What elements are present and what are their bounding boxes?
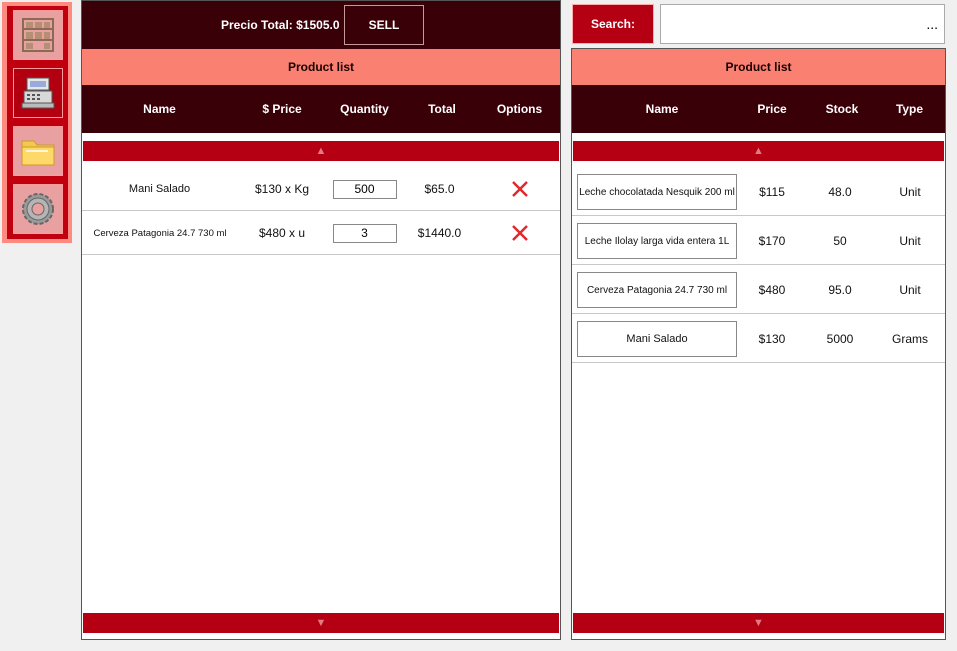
sidebar-item-sales[interactable]	[13, 68, 63, 118]
product-type: Unit	[899, 282, 921, 297]
column-price: $ Price	[262, 102, 302, 116]
product-name-button[interactable]: Leche chocolatada Nesquik 200 ml	[577, 174, 737, 210]
sidebar	[2, 2, 72, 243]
column-total: Total	[428, 102, 456, 116]
column-price: Price	[757, 102, 787, 116]
product-name-button[interactable]: Leche Ilolay larga vida entera 1L	[577, 223, 737, 259]
column-stock: Stock	[825, 102, 859, 116]
product-name-button[interactable]: Mani Salado	[577, 321, 737, 357]
cart-row-total: $65.0	[424, 182, 455, 196]
table-row: Mani Salado $130 x Kg $65.0	[82, 167, 560, 211]
cash-register-icon	[21, 77, 55, 109]
quantity-field[interactable]	[332, 223, 397, 243]
cart-header-bar: Precio Total: $1505.0 SELL	[82, 1, 560, 49]
gear-icon	[22, 193, 54, 225]
catalog-scroll-up[interactable]: ▲	[572, 139, 945, 163]
catalog-panel: Product list Name Price Stock Type ▲ Lec…	[571, 48, 946, 640]
list-item: Mani Salado $130 5000 Grams	[572, 314, 945, 363]
cart-title: Product list	[82, 49, 560, 85]
cart-panel: Precio Total: $1505.0 SELL Product list …	[81, 0, 561, 640]
column-name: Name	[143, 102, 176, 116]
chevron-up-icon: ▲	[573, 141, 944, 161]
sidebar-item-settings[interactable]	[13, 184, 63, 234]
product-price: $480	[758, 282, 786, 297]
delete-icon[interactable]	[511, 180, 529, 198]
product-stock: 48.0	[828, 184, 852, 199]
product-price: $170	[758, 233, 786, 248]
chevron-up-icon: ▲	[83, 141, 559, 161]
cart-scroll-up[interactable]: ▲	[82, 139, 560, 163]
chevron-down-icon: ▼	[573, 613, 944, 633]
catalog-scroll-down[interactable]: ▼	[572, 611, 945, 635]
sidebar-item-files[interactable]	[13, 126, 63, 176]
quantity-field[interactable]	[332, 179, 397, 199]
product-stock: 50	[833, 233, 847, 248]
sidebar-item-inventory[interactable]	[13, 10, 63, 60]
product-type: Unit	[899, 184, 921, 199]
shelves-icon	[22, 18, 54, 52]
column-name: Name	[645, 102, 679, 116]
catalog-column-header: Name Price Stock Type	[572, 85, 945, 133]
catalog-title: Product list	[572, 49, 945, 85]
cart-row-name: Cerveza Patagonia 24.7 730 ml	[93, 227, 227, 239]
table-row: Cerveza Patagonia 24.7 730 ml $480 x u $…	[82, 211, 560, 255]
cart-row-price: $130 x Kg	[254, 182, 310, 196]
column-type: Type	[895, 102, 924, 116]
product-type: Unit	[899, 233, 921, 248]
cart-row-total: $1440.0	[417, 226, 462, 240]
sell-button[interactable]: SELL	[344, 5, 424, 45]
total-price-label: Precio Total: $1505.0	[221, 18, 340, 32]
list-item: Leche chocolatada Nesquik 200 ml $115 48…	[572, 167, 945, 216]
product-type: Grams	[892, 331, 928, 346]
delete-icon[interactable]	[511, 224, 529, 242]
search-button[interactable]: Search:	[572, 4, 654, 44]
chevron-down-icon: ▼	[83, 613, 559, 633]
column-quantity: Quantity	[340, 102, 389, 116]
list-item: Leche Ilolay larga vida entera 1L $170 5…	[572, 216, 945, 265]
cart-row-name: Mani Salado	[128, 183, 191, 195]
product-stock: 5000	[826, 331, 854, 346]
list-item: Cerveza Patagonia 24.7 730 ml $480 95.0 …	[572, 265, 945, 314]
cart-scroll-down[interactable]: ▼	[82, 611, 560, 635]
product-price: $115	[759, 184, 785, 199]
cart-row-price: $480 x u	[258, 226, 306, 240]
column-options: Options	[496, 102, 543, 116]
product-price: $130	[758, 331, 786, 346]
sidebar-panel	[7, 6, 68, 239]
cart-column-header: Name $ Price Quantity Total Options	[82, 85, 560, 133]
folder-icon	[21, 140, 55, 166]
product-name-button[interactable]: Cerveza Patagonia 24.7 730 ml	[577, 272, 737, 308]
product-stock: 95.0	[828, 282, 852, 297]
search-input[interactable]	[660, 4, 945, 44]
